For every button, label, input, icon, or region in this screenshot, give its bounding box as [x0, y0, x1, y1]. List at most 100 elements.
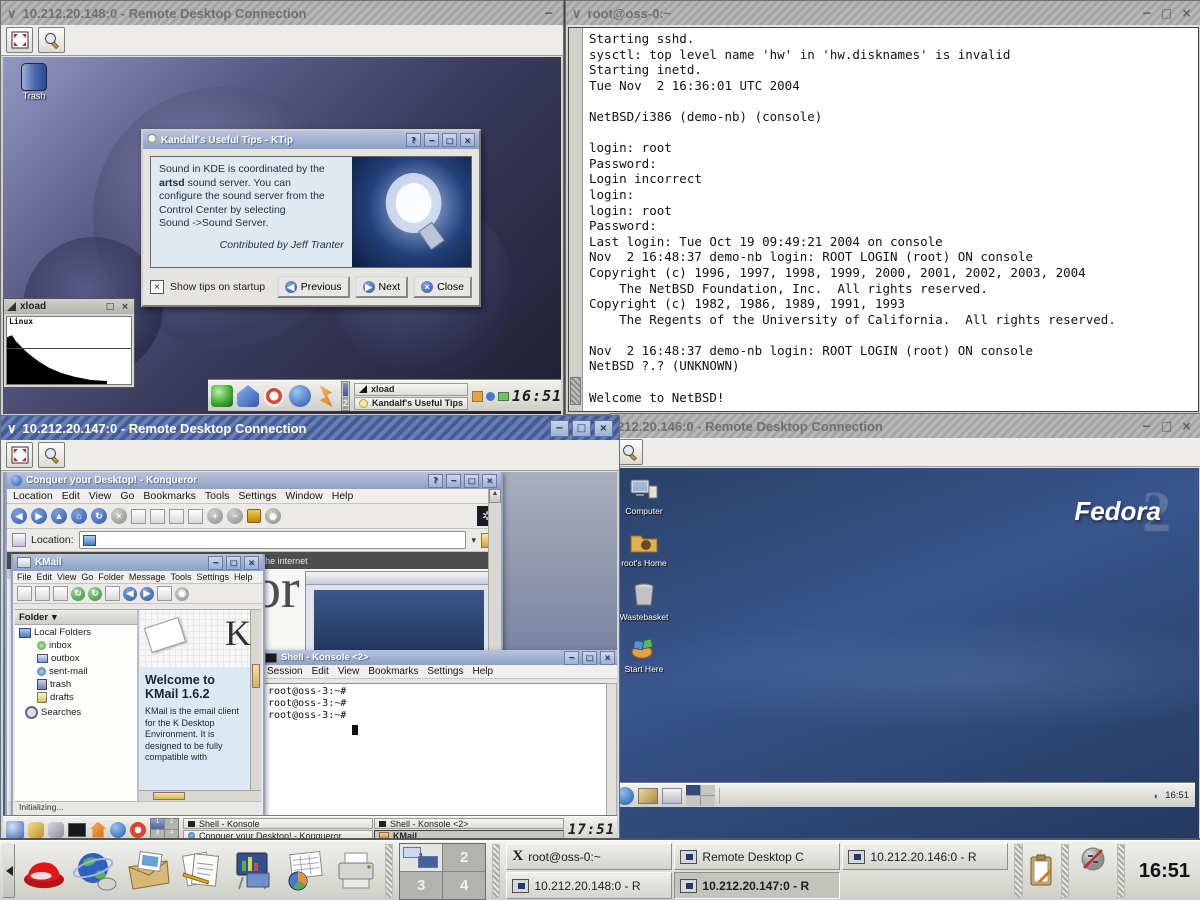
minimize-button[interactable]: − — [1138, 5, 1155, 21]
chevron-down-icon[interactable]: ∨ — [572, 7, 582, 20]
reading-scrollbar[interactable] — [250, 610, 261, 791]
task-konsole-1[interactable]: Shell - Konsole — [183, 818, 373, 829]
lock-icon[interactable] — [247, 509, 261, 523]
save-icon[interactable] — [35, 586, 50, 601]
desktop-icon-computer[interactable]: Computer — [615, 478, 673, 516]
stop-icon[interactable]: × — [111, 508, 127, 524]
previous-button[interactable]: ◀Previous — [277, 276, 350, 298]
maximize-button[interactable]: □ — [104, 299, 116, 315]
volume-icon[interactable]: ◖ — [1153, 791, 1158, 801]
pager-cell-4[interactable]: 4 — [165, 830, 178, 840]
taskbar-item-terminal[interactable]: X root@oss-0:~ — [506, 843, 672, 870]
printer-launcher[interactable] — [333, 845, 379, 897]
paint-icon[interactable] — [28, 822, 44, 838]
clipboard-icon[interactable] — [157, 586, 172, 601]
desktop-icon-home[interactable]: root's Home — [615, 530, 673, 568]
folder-row[interactable]: sent-mail — [15, 665, 137, 678]
open-message-icon[interactable] — [105, 586, 120, 601]
folder-row[interactable]: inbox — [15, 639, 137, 652]
folder-row[interactable]: Searches — [15, 704, 137, 720]
workspace-4[interactable]: 4 — [443, 872, 485, 899]
konqueror-globe-icon[interactable] — [289, 385, 311, 407]
panel-hide-button[interactable] — [2, 844, 15, 898]
clear-location-icon[interactable] — [12, 533, 26, 547]
pager-cell-2[interactable]: 2 — [165, 819, 178, 829]
menu-item[interactable]: View — [57, 572, 76, 582]
menu-item[interactable]: Edit — [312, 666, 329, 677]
menu-item[interactable]: Edit — [62, 490, 80, 502]
minimize-button[interactable]: − — [550, 420, 569, 437]
pager-cell-3[interactable]: 3 — [151, 830, 164, 840]
zoom-button[interactable] — [38, 27, 65, 53]
konsole-scrollbar[interactable] — [606, 683, 617, 816]
konqueror-titlebar[interactable]: Conquer your Desktop! - Konqueror ? − □ … — [7, 472, 501, 489]
titlebar-146[interactable]: 212.20.146:0 - Remote Desktop Connection… — [611, 414, 1200, 438]
download-arrow-icon[interactable] — [315, 385, 337, 407]
workspace-3[interactable]: 3 — [400, 872, 442, 899]
close-button[interactable]: × — [482, 474, 497, 488]
email-launcher[interactable] — [125, 845, 171, 897]
home-icon[interactable] — [237, 385, 259, 407]
paste-icon[interactable] — [169, 509, 184, 524]
task-ktip[interactable]: Kandalf's Useful Tips — [354, 397, 468, 410]
word-processor-launcher[interactable] — [177, 845, 223, 897]
folder-header[interactable]: Folder ▾ — [15, 610, 137, 625]
konsole-launcher-icon[interactable] — [68, 823, 86, 837]
pager-cell-active[interactable] — [686, 785, 700, 795]
close-button[interactable]: × — [119, 299, 131, 315]
tray-icon[interactable] — [498, 392, 509, 401]
menu-item[interactable]: Settings — [427, 666, 463, 677]
menu-item[interactable]: Window — [285, 490, 322, 502]
desktop-icon-wastebasket[interactable]: Wastebasket — [615, 582, 673, 622]
help-lifering-icon[interactable] — [263, 385, 285, 407]
fedora-pager[interactable] — [686, 785, 715, 806]
kmail-titlebar[interactable]: KMail − □ × — [13, 554, 263, 571]
minimize-button[interactable]: − — [1138, 418, 1155, 434]
panel-drag-handle[interactable] — [492, 844, 500, 898]
folder-row[interactable]: trash — [15, 678, 137, 691]
pager-cell[interactable] — [701, 785, 715, 795]
menu-item[interactable]: Bookmarks — [143, 490, 196, 502]
panel-drag-handle[interactable] — [385, 844, 393, 898]
menu-item[interactable]: Go — [120, 490, 134, 502]
taskbar-item-rdc[interactable]: Remote Desktop C — [674, 843, 840, 870]
folder-row[interactable]: drafts — [15, 691, 137, 704]
host-clock[interactable]: 16:51 — [1131, 860, 1198, 883]
desktop-icon-start-here[interactable]: Start Here — [615, 636, 673, 674]
maximize-button[interactable]: □ — [226, 556, 241, 570]
find-icon[interactable]: ◉ — [265, 508, 281, 524]
fullscreen-button[interactable] — [6, 442, 33, 468]
taskbar-item-148[interactable]: 10.212.20.148:0 - R — [506, 872, 672, 899]
konsole-titlebar[interactable]: Shell - Konsole <2> − □ × — [261, 650, 617, 665]
zoom-in-icon[interactable]: + — [207, 508, 223, 524]
workspace-pager[interactable]: 1 2 3 4 — [150, 818, 179, 841]
zoom-out-icon[interactable]: − — [227, 508, 243, 524]
scrollbar-thumb[interactable] — [570, 377, 581, 405]
reading-pane[interactable]: K Welcome to KMail 1.6.2 KMail is the em… — [139, 610, 261, 801]
workspace-pager[interactable]: 2 — [341, 381, 350, 411]
back-icon[interactable]: ◀ — [123, 587, 137, 601]
tray-icon[interactable] — [486, 392, 495, 401]
fullscreen-button[interactable] — [6, 27, 33, 53]
task-xload[interactable]: xload — [354, 383, 468, 396]
terminal-text[interactable]: Starting sshd.sysctl: top level name 'hw… — [583, 28, 1198, 411]
main-menu-button[interactable] — [21, 845, 67, 897]
menu-item[interactable]: Help — [472, 666, 493, 677]
menu-item[interactable]: Tools — [205, 490, 230, 502]
menu-item[interactable]: Bookmarks — [368, 666, 418, 677]
back-icon[interactable]: ◀ — [11, 508, 27, 524]
new-message-icon[interactable] — [17, 586, 32, 601]
kmenu-icon[interactable] — [6, 821, 24, 839]
konqueror-launcher-icon[interactable] — [110, 822, 126, 838]
menu-item[interactable]: Help — [332, 490, 354, 502]
tray-icon[interactable] — [472, 391, 483, 402]
pager-cell[interactable] — [686, 796, 700, 806]
minimize-button[interactable]: − — [446, 474, 461, 488]
menu-item[interactable]: Edit — [37, 572, 53, 582]
folder-row[interactable]: Local Folders — [15, 625, 137, 639]
menu-item[interactable]: Folder — [98, 572, 124, 582]
suse-menu-icon[interactable] — [211, 385, 233, 407]
titlebar-147[interactable]: ∨ 10.212.20.147:0 - Remote Desktop Conne… — [1, 416, 619, 440]
forward-icon[interactable]: ▶ — [31, 508, 47, 524]
reading-hscrollbar[interactable] — [139, 790, 261, 801]
